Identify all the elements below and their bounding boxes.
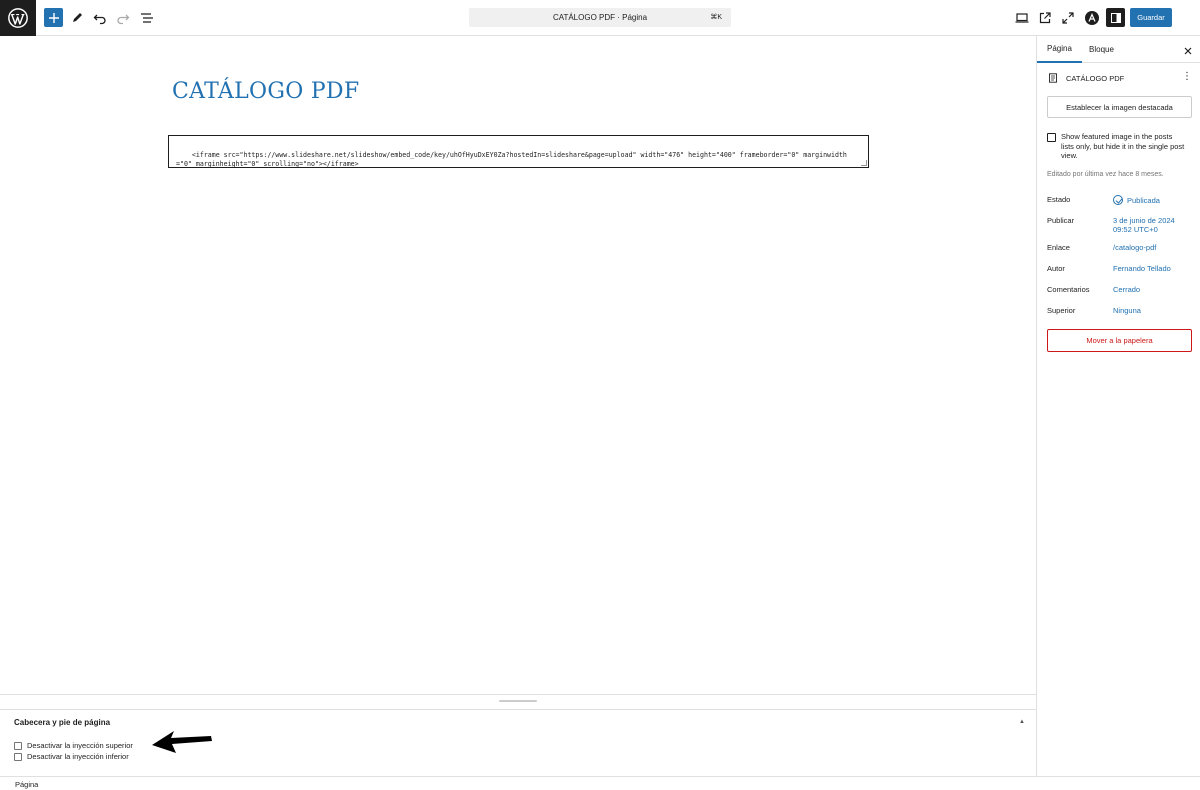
plugin-button[interactable]	[1082, 8, 1102, 28]
document-summary: CATÁLOGO PDF	[1048, 73, 1124, 83]
tab-block[interactable]: Bloque	[1089, 36, 1114, 63]
custom-html-block[interactable]: <iframe src="https://www.slideshare.net/…	[168, 135, 869, 168]
close-sidebar-button[interactable]	[1183, 44, 1193, 55]
status-value[interactable]: Publicada	[1113, 195, 1160, 205]
metabox-divider	[0, 709, 1036, 710]
command-palette-bar[interactable]: CATÁLOGO PDF · Página ⌘K	[469, 8, 731, 27]
publish-label: Publicar	[1047, 216, 1075, 225]
parent-label: Superior	[1047, 306, 1076, 315]
author-value[interactable]: Fernando Tellado	[1113, 264, 1171, 273]
resize-handle-icon[interactable]	[861, 160, 867, 166]
sidebar-icon	[1110, 12, 1121, 23]
document-overview-button[interactable]	[137, 8, 157, 28]
metabox-resize-handle[interactable]	[499, 700, 537, 702]
desktop-preview-icon	[1015, 13, 1029, 23]
command-bar-label: CATÁLOGO PDF · Página	[552, 13, 648, 22]
settings-sidebar: Página Bloque CATÁLOGO PDF ⋮ Establecer …	[1036, 36, 1200, 776]
html-block-code: <iframe src="https://www.slideshare.net/…	[176, 151, 847, 168]
comments-value[interactable]: Cerrado	[1113, 285, 1140, 294]
published-check-icon	[1113, 195, 1123, 205]
featured-image-visibility-checkbox[interactable]: Show featured image in the posts lists o…	[1047, 132, 1187, 161]
status-label: Estado	[1047, 195, 1071, 204]
last-edited-text: Editado por última vez hace 8 meses.	[1047, 171, 1164, 178]
sidebar-tabs: Página Bloque	[1037, 36, 1200, 63]
set-featured-image-button[interactable]: Establecer la imagen destacada	[1047, 96, 1192, 118]
checkbox-icon[interactable]	[14, 752, 22, 761]
parent-value[interactable]: Ninguna	[1113, 306, 1141, 315]
tab-page[interactable]: Página	[1037, 36, 1082, 63]
add-block-button[interactable]	[44, 8, 63, 27]
undo-icon	[93, 14, 106, 25]
arrow-annotation-icon	[152, 731, 212, 753]
metabox-collapse-icon[interactable]: ▲	[1019, 719, 1025, 725]
metabox-area: Cabecera y pie de página ▲ Desactivar la…	[0, 694, 1036, 776]
featured-image-visibility-label: Show featured image in the posts lists o…	[1061, 132, 1185, 160]
editor-canvas: CATÁLOGO PDF <iframe src="https://www.sl…	[0, 36, 1036, 694]
breadcrumb[interactable]: Página	[15, 780, 38, 789]
redo-button[interactable]	[113, 8, 133, 28]
author-label: Autor	[1047, 264, 1065, 273]
comments-label: Comentarios	[1047, 285, 1090, 294]
pencil-icon	[73, 13, 82, 22]
external-link-icon	[1039, 12, 1051, 24]
link-value[interactable]: /catalogo-pdf	[1113, 243, 1156, 252]
expand-icon	[1062, 12, 1074, 24]
checkbox-icon[interactable]	[1047, 133, 1056, 142]
wordpress-logo-icon	[8, 8, 28, 28]
wordpress-logo-icon[interactable]	[0, 0, 36, 36]
redo-icon	[117, 14, 130, 25]
metabox-title[interactable]: Cabecera y pie de página	[14, 718, 110, 727]
fullscreen-button[interactable]	[1058, 8, 1078, 28]
command-shortcut: ⌘K	[710, 14, 722, 21]
disable-top-injection-label: Desactivar la inyección superior	[27, 741, 133, 750]
close-icon	[1184, 47, 1192, 55]
astra-logo-icon	[1085, 11, 1099, 25]
status-value-text: Publicada	[1127, 196, 1160, 205]
editor-top-bar: CATÁLOGO PDF · Página ⌘K Guardar	[0, 0, 1200, 36]
disable-bottom-injection-label: Desactivar la inyección inferior	[27, 752, 129, 761]
move-to-trash-button[interactable]: Mover a la papelera	[1047, 329, 1192, 352]
document-title: CATÁLOGO PDF	[1066, 73, 1125, 83]
disable-top-injection-checkbox[interactable]: Desactivar la inyección superior	[14, 741, 133, 750]
view-page-button[interactable]	[1035, 8, 1055, 28]
page-title[interactable]: CATÁLOGO PDF	[172, 79, 359, 104]
link-label: Enlace	[1047, 243, 1070, 252]
preview-button[interactable]	[1012, 8, 1032, 28]
plus-icon	[48, 12, 59, 23]
undo-button[interactable]	[90, 8, 110, 28]
publish-date-value[interactable]: 3 de junio de 2024 09:52 UTC+0	[1113, 216, 1189, 234]
disable-bottom-injection-checkbox[interactable]: Desactivar la inyección inferior	[14, 752, 129, 761]
list-view-icon	[141, 13, 153, 23]
save-button[interactable]: Guardar	[1130, 8, 1172, 27]
checkbox-icon[interactable]	[14, 741, 22, 750]
settings-panel-toggle[interactable]	[1106, 8, 1125, 27]
block-breadcrumb-bar: Página	[0, 776, 1200, 790]
more-options-icon[interactable]: ⋮	[1182, 72, 1192, 82]
tools-button[interactable]	[67, 8, 87, 28]
page-icon	[1049, 73, 1057, 83]
